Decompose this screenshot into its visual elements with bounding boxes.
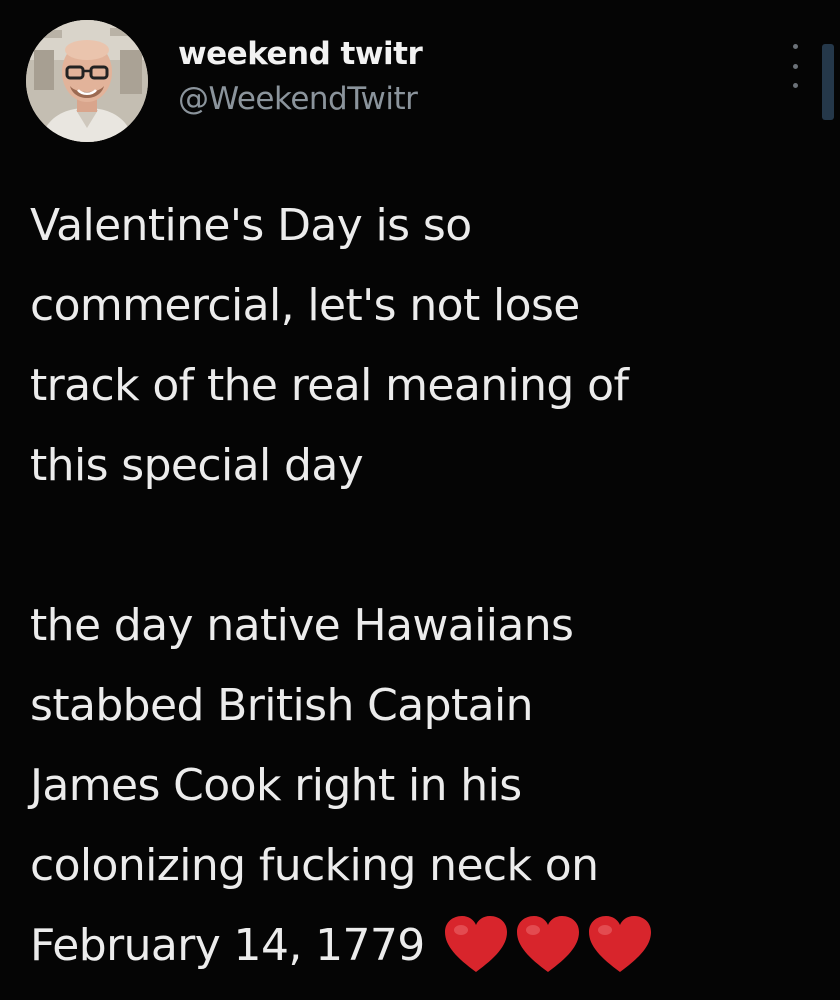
tweet-line: the day native Hawaiians <box>30 600 574 651</box>
tweet-line: stabbed British Captain <box>30 680 534 731</box>
more-dot <box>792 63 798 69</box>
tweet-card: weekend twitr @WeekendTwitr Valentine's … <box>0 0 840 1000</box>
avatar[interactable] <box>26 20 148 142</box>
tweet-text: Valentine's Day is so commercial, let's … <box>30 186 830 988</box>
tweet-last-line: February 14, 1779 <box>30 906 830 988</box>
heart-emoji-group <box>443 902 659 982</box>
tweet-header: weekend twitr @WeekendTwitr <box>26 20 816 142</box>
tweet-line: Valentine's Day is so <box>30 200 472 251</box>
tweet-line: track of the real meaning of <box>30 360 629 411</box>
tweet-line: February 14, 1779 <box>30 920 425 971</box>
tweet-paragraph: the day native Hawaiians stabbed British… <box>30 586 830 988</box>
tweet-line: James Cook right in his <box>30 760 522 811</box>
red-heart-icon <box>516 916 579 972</box>
red-heart-icon <box>588 916 651 972</box>
red-heart-icon <box>444 916 507 972</box>
more-dot <box>792 83 798 88</box>
side-edge-bar <box>822 44 834 120</box>
display-name[interactable]: weekend twitr <box>178 34 423 74</box>
more-options-icon[interactable] <box>788 38 802 94</box>
more-dot <box>792 44 798 49</box>
tweet-line: this special day <box>30 440 364 491</box>
tweet-line: commercial, let's not lose <box>30 280 580 331</box>
avatar-photo <box>26 20 148 142</box>
user-handle[interactable]: @WeekendTwitr <box>178 78 422 120</box>
tweet-paragraph: Valentine's Day is so commercial, let's … <box>30 186 830 506</box>
tweet-line: colonizing fucking neck on <box>30 840 599 891</box>
author-names: weekend twitr @WeekendTwitr <box>178 34 423 120</box>
